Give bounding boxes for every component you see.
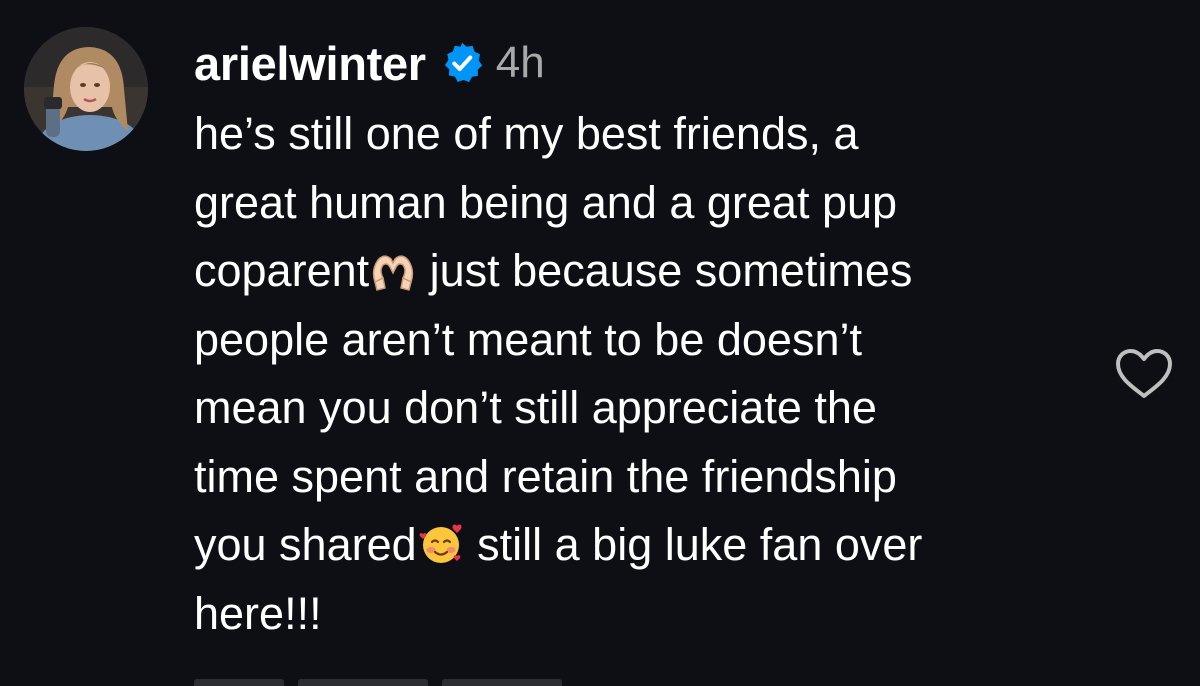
- next-comment-preview-bar: [298, 679, 428, 686]
- smiling-face-with-hearts-emoji-icon: [417, 517, 465, 563]
- heart-hands-emoji-icon: [369, 243, 417, 291]
- comment-line: people aren’t meant to be doesn’t: [194, 313, 862, 365]
- comment-line-segment: still a big luke fan over: [464, 519, 923, 570]
- comment-line: great human being and a great pup: [194, 176, 898, 228]
- comment-item: arielwinter 4h he’s still one of my best…: [0, 0, 1200, 686]
- comment-content: arielwinter 4h he’s still one of my best…: [194, 30, 1094, 648]
- comment-line: you shared still a big luke fan over: [194, 511, 1094, 580]
- comment-line: coparent just because sometimes: [194, 237, 1094, 306]
- next-comment-preview: [194, 676, 614, 686]
- comment-line-segment: you shared: [194, 519, 417, 570]
- comment-line-segment: just because sometimes: [417, 245, 913, 296]
- avatar[interactable]: [24, 27, 148, 151]
- verified-badge-icon: [440, 41, 484, 85]
- comment-header: arielwinter 4h: [194, 30, 1094, 96]
- comment-text: he’s still one of my best friends, a gre…: [194, 100, 1094, 648]
- next-comment-preview-bar: [194, 679, 284, 686]
- comment-line: here!!!: [194, 587, 322, 639]
- comment-timestamp[interactable]: 4h: [496, 38, 545, 88]
- comment-screen: arielwinter 4h he’s still one of my best…: [0, 0, 1200, 686]
- comment-line: he’s still one of my best friends, a: [194, 108, 859, 159]
- username-link[interactable]: arielwinter: [194, 36, 426, 91]
- comment-line: mean you don’t still appreciate the: [194, 382, 877, 433]
- heart-outline-icon[interactable]: [1112, 346, 1176, 402]
- comment-line-segment: coparent: [194, 245, 370, 296]
- comment-line: time spent and retain the friendship: [194, 450, 897, 502]
- next-comment-preview-bar: [442, 679, 562, 686]
